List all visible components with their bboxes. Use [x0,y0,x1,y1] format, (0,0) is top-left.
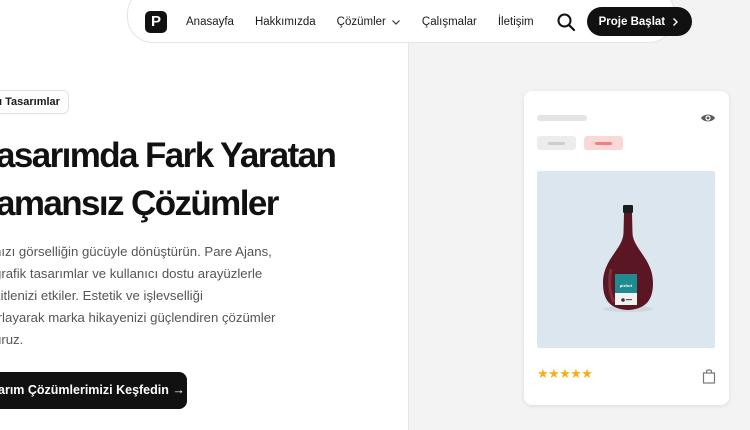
nav-link-home[interactable]: Anasayfa [186,16,234,28]
eye-icon[interactable] [700,112,716,124]
category-badge: ı Tasarımlar [0,90,69,114]
hero-description: nızı görselliğin gücüyle dönüştürün. Par… [0,241,294,351]
rating-stars-icon: ★★★★★ [537,366,593,381]
top-navbar: P Anasayfa Hakkımızda Çözümler Çalışmala… [127,0,693,43]
nav-links: Anasayfa Hakkımızda Çözümler Çalışmalar … [186,16,555,28]
nav-link-works[interactable]: Çalışmalar [422,16,477,28]
nav-link-contact[interactable]: İletişim [498,16,534,28]
start-project-button[interactable]: Proje Başlat [586,7,693,36]
logo[interactable]: P [145,10,167,33]
nav-link-solutions[interactable]: Çözümler [337,16,401,28]
nav-link-about[interactable]: Hakkımızda [255,16,316,28]
hero-description-line: kitlenizi etkiler. Estetik ve işlevselli… [0,288,203,303]
chevron-right-icon [673,17,679,26]
explore-solutions-button[interactable]: arım Çözümlerimizi Keşfedin → [0,372,187,409]
product-image[interactable]: pixfort [537,171,715,348]
hero-description-line: ırlayarak marka hikayenizi güçlendiren ç… [0,310,276,325]
product-card[interactable]: pixfort ★★★★★ [524,91,729,405]
nav-link-solutions-label: Çözümler [336,15,386,28]
start-project-label: Proje Başlat [598,15,666,28]
tag-placeholder [537,136,576,150]
wine-bottle-illustration: pixfort [603,205,653,312]
chevron-down-icon [391,19,400,25]
hero-description-line: nızı görselliğin gücüyle dönüştürün. Par… [0,244,272,259]
search-icon[interactable] [556,12,576,32]
hero-description-line: grafik tasarımlar ve kullanıcı dostu ara… [0,266,263,281]
hero-title-line-1: asarımda Fark Yaratan [0,136,337,175]
logo-letter: P [150,12,161,30]
hero-title-line-2: amansız Çözümler [0,184,279,223]
bottle-label: pixfort [620,283,633,288]
hero-description-line: uruz. [0,332,24,347]
title-placeholder [537,115,587,121]
tag-placeholder-highlight [584,136,623,150]
panel-divider [408,0,409,430]
shopping-bag-icon[interactable] [702,368,716,384]
